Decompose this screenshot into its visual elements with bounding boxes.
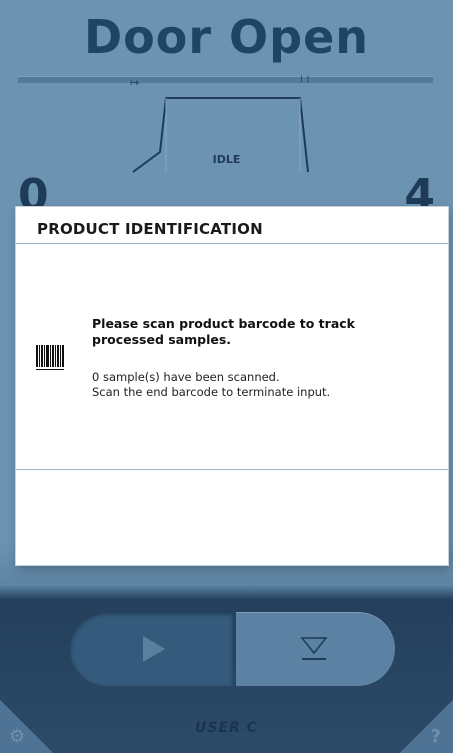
start-button[interactable] [70, 612, 233, 686]
user-label[interactable]: USER C [0, 720, 453, 736]
terminate-hint: Scan the end barcode to terminate input. [92, 385, 331, 399]
dialog-divider-bottom [16, 469, 448, 470]
eject-button[interactable] [236, 612, 395, 686]
eject-icon [300, 637, 328, 660]
dialog-divider-top [16, 243, 448, 244]
scanned-count-status: 0 sample(s) have been scanned. [92, 370, 280, 384]
scan-instruction: Please scan product barcode to track pro… [92, 316, 355, 347]
phase-label: IDLE [212, 153, 241, 166]
product-identification-dialog: PRODUCT IDENTIFICATION Please scan produ… [16, 207, 448, 565]
barcode-icon [36, 345, 64, 370]
play-icon [143, 636, 165, 662]
door-status-title: Door Open [83, 10, 370, 64]
dialog-title: PRODUCT IDENTIFICATION [37, 220, 263, 238]
control-bar [70, 612, 395, 686]
